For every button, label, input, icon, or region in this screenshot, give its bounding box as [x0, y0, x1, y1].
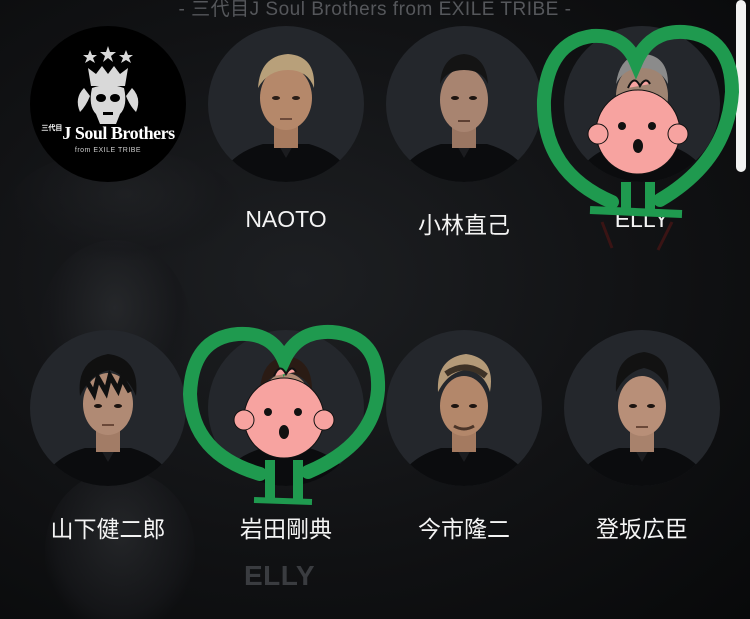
logo-sub-text: from EXILE TRIBE — [74, 147, 142, 154]
member-select-screen: ELLY - 三代目J Soul Brothers from EXILE TRI… — [0, 0, 750, 619]
member-name: ELLY — [614, 206, 670, 232]
member-photo — [30, 330, 186, 486]
background-ghost-text: ELLY — [244, 560, 315, 591]
member-name: 今市隆二 — [418, 516, 510, 542]
member-photo — [386, 26, 542, 182]
member-name: 小林直己 — [418, 212, 510, 238]
member-photo — [564, 26, 720, 182]
logo-main-text: J Soul Brothers — [62, 123, 175, 143]
member-name: 登坂広臣 — [596, 516, 688, 542]
member-photo — [564, 330, 720, 486]
background-figure — [45, 470, 195, 619]
member-photo — [208, 330, 364, 486]
member-photo — [208, 26, 364, 182]
scrollbar[interactable] — [736, 0, 746, 172]
page-title: - 三代目J Soul Brothers from EXILE TRIBE - — [178, 0, 572, 20]
member-name: 岩田剛典 — [240, 516, 332, 542]
member-name: NAOTO — [245, 206, 327, 232]
group-logo: 三代目J Soul Brothers from EXILE TRIBE — [30, 26, 186, 182]
member-photo — [386, 330, 542, 486]
member-name: 山下健二郎 — [50, 516, 166, 542]
logo-side-text: 三代目 — [41, 124, 63, 132]
